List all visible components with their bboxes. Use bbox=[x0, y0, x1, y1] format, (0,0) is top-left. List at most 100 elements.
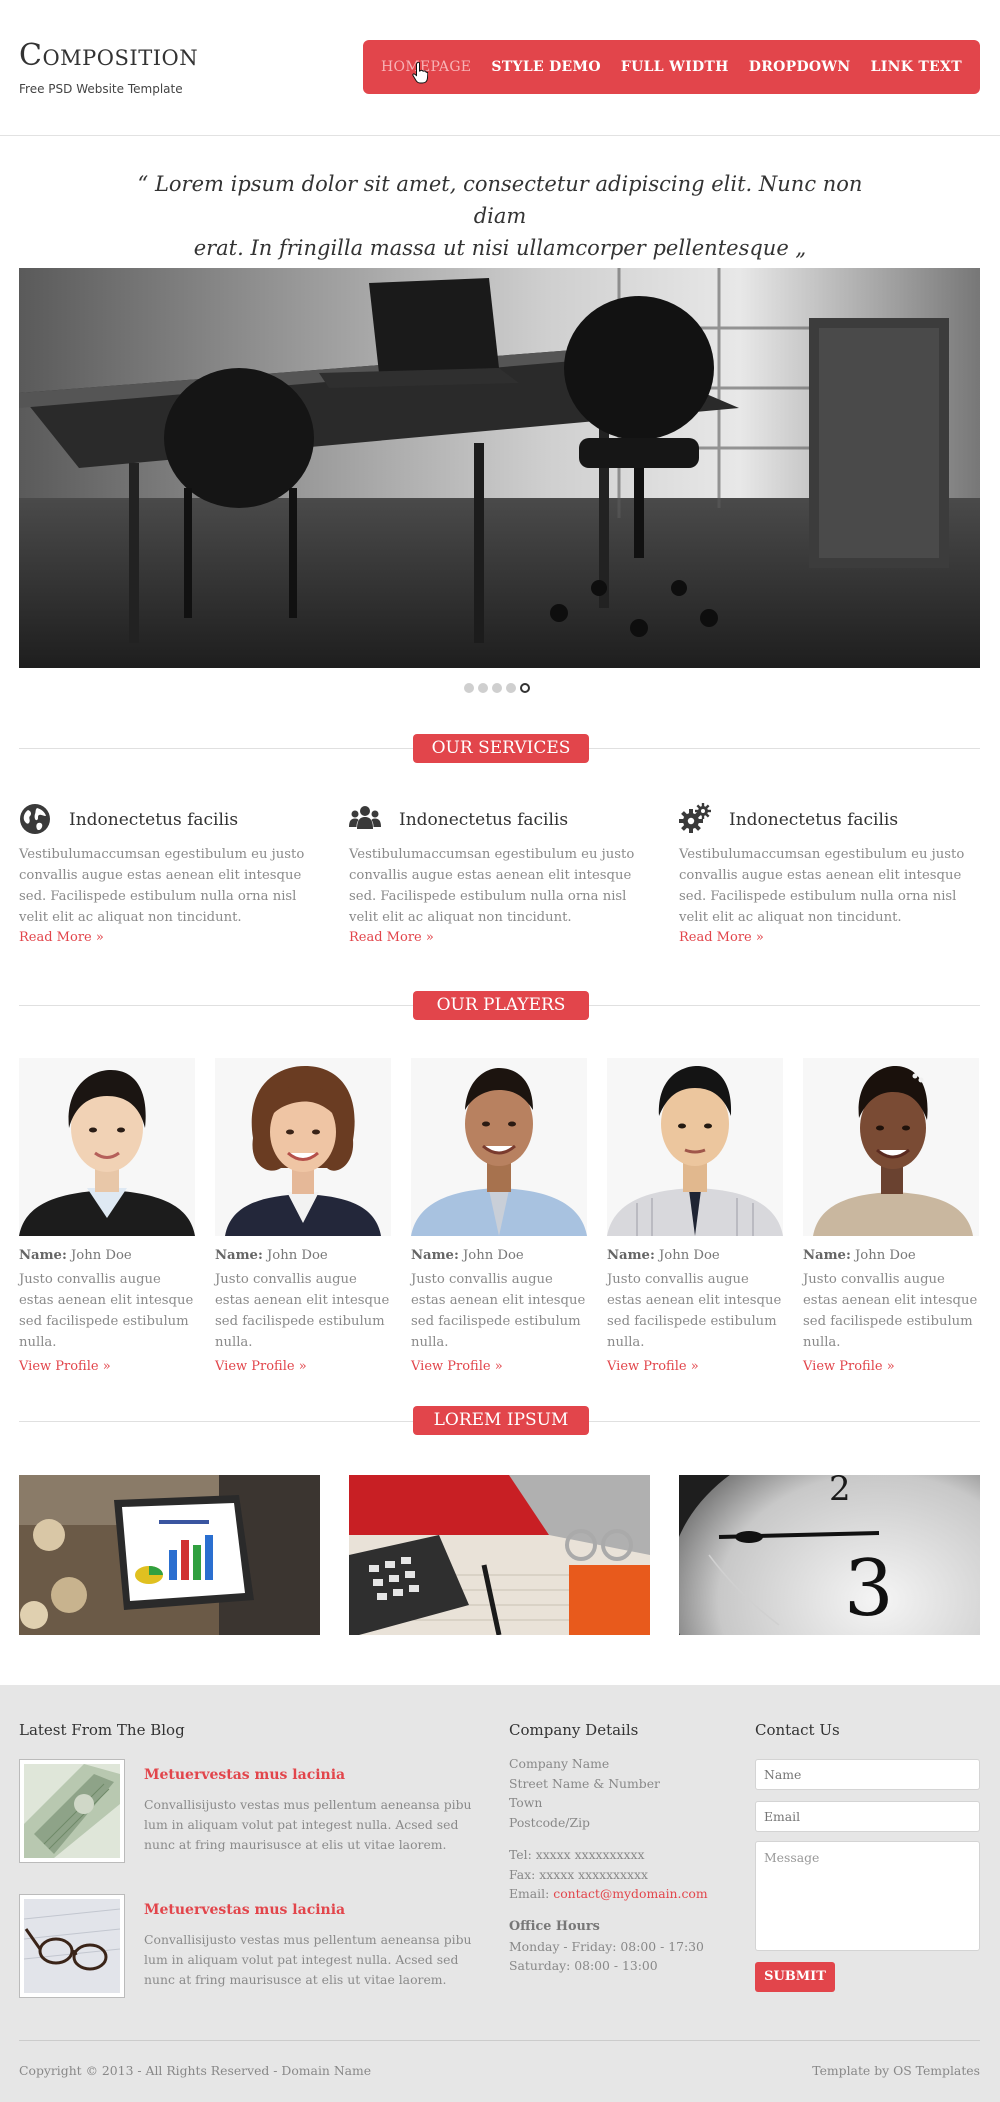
company-heading: Company Details bbox=[509, 1721, 639, 1739]
gears-icon bbox=[679, 803, 711, 833]
svg-text:2: 2 bbox=[829, 1475, 851, 1509]
service-title: Indonectetus facilis bbox=[69, 810, 239, 830]
users-icon bbox=[349, 806, 381, 829]
footer-divider bbox=[19, 2040, 980, 2041]
player-text: Justo convallis augue estas aenean elit … bbox=[607, 1272, 782, 1350]
player-card: Name: John Doe Justo convallis augue est… bbox=[803, 1058, 979, 1374]
company-tel: Tel: xxxxx xxxxxxxxxx bbox=[509, 1847, 645, 1862]
view-profile-link[interactable]: View Profile » bbox=[215, 1359, 391, 1374]
nav-item-full-width[interactable]: Full Width bbox=[621, 59, 729, 75]
company-contact: Tel: xxxxx xxxxxxxxxx Fax: xxxxx xxxxxxx… bbox=[509, 1845, 708, 1904]
site-header: Composition Free PSD Website Template Ho… bbox=[0, 0, 1000, 136]
company-street: Street Name & Number bbox=[509, 1775, 660, 1791]
player-photo[interactable] bbox=[803, 1058, 979, 1236]
section-title-services: Our Services bbox=[413, 734, 589, 763]
company-email-link[interactable]: contact@mydomain.com bbox=[553, 1886, 707, 1901]
service-text: Vestibulumaccumsan egestibulum eu justo … bbox=[19, 847, 305, 925]
view-profile-link[interactable]: View Profile » bbox=[607, 1359, 783, 1374]
blog-heading: Latest From The Blog bbox=[19, 1721, 185, 1739]
player-photo[interactable] bbox=[19, 1058, 195, 1236]
service-title: Indonectetus facilis bbox=[729, 810, 899, 830]
read-more-link[interactable]: Read More » bbox=[679, 930, 764, 945]
player-name: Name: John Doe bbox=[215, 1248, 391, 1263]
player-name: Name: John Doe bbox=[607, 1248, 783, 1263]
section-title-gallery: Lorem Ipsum bbox=[413, 1406, 589, 1435]
player-name: Name: John Doe bbox=[803, 1248, 979, 1263]
read-more-link[interactable]: Read More » bbox=[19, 930, 104, 945]
quote-line-2: erat. In fringilla massa ut nisi ullamco… bbox=[193, 236, 807, 260]
service-title: Indonectetus facilis bbox=[399, 810, 569, 830]
slider-dot-1[interactable] bbox=[464, 683, 474, 693]
contact-heading: Contact Us bbox=[755, 1721, 840, 1739]
company-name: Company Name bbox=[509, 1756, 610, 1771]
player-card: Name: John Doe Justo convallis augue est… bbox=[607, 1058, 783, 1374]
player-text: Justo convallis augue estas aenean elit … bbox=[215, 1272, 390, 1350]
player-name-value: John Doe bbox=[71, 1248, 132, 1263]
view-profile-link[interactable]: View Profile » bbox=[803, 1359, 979, 1374]
intro-quote: “ Lorem ipsum dolor sit amet, consectetu… bbox=[120, 168, 880, 264]
player-card: Name: John Doe Justo convallis augue est… bbox=[215, 1058, 391, 1374]
site-logo[interactable]: Composition bbox=[19, 38, 198, 73]
svg-text:3: 3 bbox=[844, 1544, 894, 1634]
player-card: Name: John Doe Justo convallis augue est… bbox=[411, 1058, 587, 1374]
hero-slider-image[interactable] bbox=[19, 268, 980, 668]
office-photo bbox=[19, 268, 980, 668]
player-name-label: Name: bbox=[19, 1248, 67, 1263]
slider-dot-2[interactable] bbox=[478, 683, 488, 693]
player-name-value: John Doe bbox=[855, 1248, 916, 1263]
office-hours-weekday: Monday - Friday: 08:00 - 17:30 bbox=[509, 1938, 704, 1954]
service-text: Vestibulumaccumsan egestibulum eu justo … bbox=[349, 847, 635, 925]
quote-line-1: “ Lorem ipsum dolor sit amet, consectetu… bbox=[137, 172, 863, 228]
office-hours: Office Hours Monday - Friday: 08:00 - 17… bbox=[509, 1916, 704, 1976]
submit-button[interactable]: Submit bbox=[755, 1962, 835, 1992]
globe-icon bbox=[20, 804, 50, 834]
player-text: Justo convallis augue estas aenean elit … bbox=[19, 1272, 194, 1350]
blog-post-title[interactable]: Metuervestas mus lacinia bbox=[144, 1902, 345, 1918]
office-hours-heading: Office Hours bbox=[509, 1919, 600, 1934]
contact-name-field[interactable] bbox=[755, 1759, 980, 1790]
player-name-value: John Doe bbox=[267, 1248, 328, 1263]
player-photo[interactable] bbox=[607, 1058, 783, 1236]
office-hours-saturday: Saturday: 08:00 - 13:00 bbox=[509, 1958, 658, 1973]
player-card: Name: John Doe Justo convallis augue est… bbox=[19, 1058, 195, 1374]
slider-dot-4[interactable] bbox=[506, 683, 516, 693]
hand-cursor-icon bbox=[412, 62, 428, 84]
company-postcode: Postcode/Zip bbox=[509, 1814, 590, 1830]
company-email: Email: contact@mydomain.com bbox=[509, 1884, 708, 1904]
nav-item-link-text[interactable]: Link Text bbox=[871, 59, 962, 75]
blog-thumbnail[interactable] bbox=[19, 1759, 125, 1863]
nav-item-dropdown[interactable]: Dropdown bbox=[749, 59, 851, 75]
service-text: Vestibulumaccumsan egestibulum eu justo … bbox=[679, 847, 965, 925]
player-name-value: John Doe bbox=[463, 1248, 524, 1263]
read-more-link[interactable]: Read More » bbox=[349, 930, 434, 945]
company-town: Town bbox=[509, 1795, 543, 1810]
contact-email-field[interactable] bbox=[755, 1801, 980, 1832]
player-photo[interactable] bbox=[215, 1058, 391, 1236]
view-profile-link[interactable]: View Profile » bbox=[19, 1359, 195, 1374]
view-profile-link[interactable]: View Profile » bbox=[411, 1359, 587, 1374]
blog-post-excerpt: Convallisijusto vestas mus pellentum aen… bbox=[144, 1932, 472, 1987]
blog-thumbnail[interactable] bbox=[19, 1894, 125, 1998]
company-address: Company Name Street Name & Number Town P… bbox=[509, 1754, 660, 1832]
slider-dot-5[interactable] bbox=[520, 683, 530, 693]
player-photo[interactable] bbox=[411, 1058, 587, 1236]
player-name-label: Name: bbox=[803, 1248, 851, 1263]
company-fax: Fax: xxxxx xxxxxxxxxx bbox=[509, 1866, 649, 1882]
slider-dot-3[interactable] bbox=[492, 683, 502, 693]
gallery-image-tablet[interactable] bbox=[19, 1475, 320, 1635]
gallery-image-calculator[interactable] bbox=[349, 1475, 650, 1635]
player-text: Justo convallis augue estas aenean elit … bbox=[803, 1272, 978, 1350]
player-name-label: Name: bbox=[215, 1248, 263, 1263]
site-tagline: Free PSD Website Template bbox=[19, 82, 183, 96]
player-name: Name: John Doe bbox=[19, 1248, 195, 1263]
player-name: Name: John Doe bbox=[411, 1248, 587, 1263]
company-email-label: Email: bbox=[509, 1886, 550, 1901]
contact-message-field[interactable]: Message bbox=[755, 1841, 980, 1951]
template-credit[interactable]: Template by OS Templates bbox=[812, 2063, 980, 2078]
nav-item-style-demo[interactable]: Style Demo bbox=[491, 59, 600, 75]
blog-post-title[interactable]: Metuervestas mus lacinia bbox=[144, 1767, 345, 1783]
section-title-players: Our Players bbox=[413, 991, 589, 1020]
gallery-image-clock[interactable]: 2 3 bbox=[679, 1475, 980, 1635]
player-name-value: John Doe bbox=[659, 1248, 720, 1263]
blog-post-excerpt: Convallisijusto vestas mus pellentum aen… bbox=[144, 1797, 472, 1852]
